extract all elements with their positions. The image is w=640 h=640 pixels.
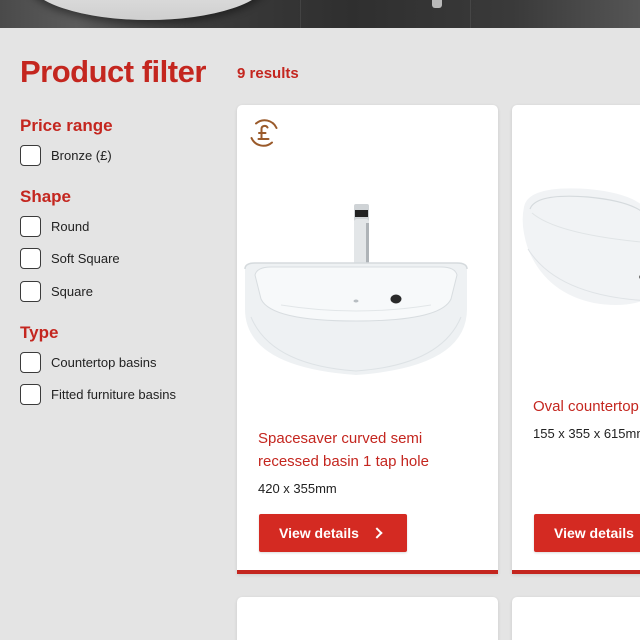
checkbox[interactable] [20,144,41,166]
option-label: Round [51,218,90,234]
product-title-line-1[interactable]: Oval countertop [533,395,639,418]
filter-title: Product filter [20,54,206,89]
checkbox[interactable] [20,247,41,269]
product-card[interactable]: Spacesaver curved semi recessed basin 1 … [237,105,498,574]
tap-image [432,0,442,8]
button-label: View details [554,525,634,541]
checkbox[interactable] [20,351,41,373]
view-details-button[interactable]: View details [259,514,407,552]
filter-option-countertop-basins[interactable]: Countertop basins [20,351,157,373]
product-card[interactable] [237,597,498,640]
filter-option-round[interactable]: Round [20,215,89,237]
product-title-line-2[interactable]: recessed basin 1 tap hole [258,450,429,473]
product-card[interactable]: Oval countertop 155 x 355 x 615mm View d… [512,105,640,574]
pound-circle-icon [250,119,278,147]
product-size: 155 x 355 x 615mm [533,426,640,441]
option-label: Countertop basins [51,354,157,370]
product-size: 420 x 355mm [258,481,337,496]
filter-group-type: Type [20,323,59,342]
filter-option-bronze[interactable]: Bronze (£) [20,144,112,166]
option-label: Fitted furniture basins [51,386,177,402]
product-card[interactable] [512,597,640,640]
option-label: Bronze (£) [51,147,112,163]
checkbox[interactable] [20,215,41,237]
basin-image [244,204,468,375]
filter-option-fitted-furniture-basins[interactable]: Fitted furniture basins [20,383,176,405]
checkbox[interactable] [20,383,41,405]
chevron-right-icon [371,527,383,539]
view-details-button[interactable]: View details [534,514,640,552]
bathtub-image [28,0,268,20]
oval-basin-image [522,188,640,305]
results-count: 9 results [237,65,299,82]
hero-image-strip [0,0,640,28]
option-label: Square [51,283,93,299]
card-accent-bar [237,570,498,574]
filter-option-soft-square[interactable]: Soft Square [20,247,120,269]
option-label: Soft Square [51,250,120,266]
filter-group-price-range: Price range [20,116,113,135]
filter-group-shape: Shape [20,187,72,206]
product-title-line-1[interactable]: Spacesaver curved semi [258,427,422,450]
button-label: View details [279,525,359,541]
checkbox[interactable] [20,280,41,302]
card-accent-bar [512,570,640,574]
filter-option-square[interactable]: Square [20,280,93,302]
